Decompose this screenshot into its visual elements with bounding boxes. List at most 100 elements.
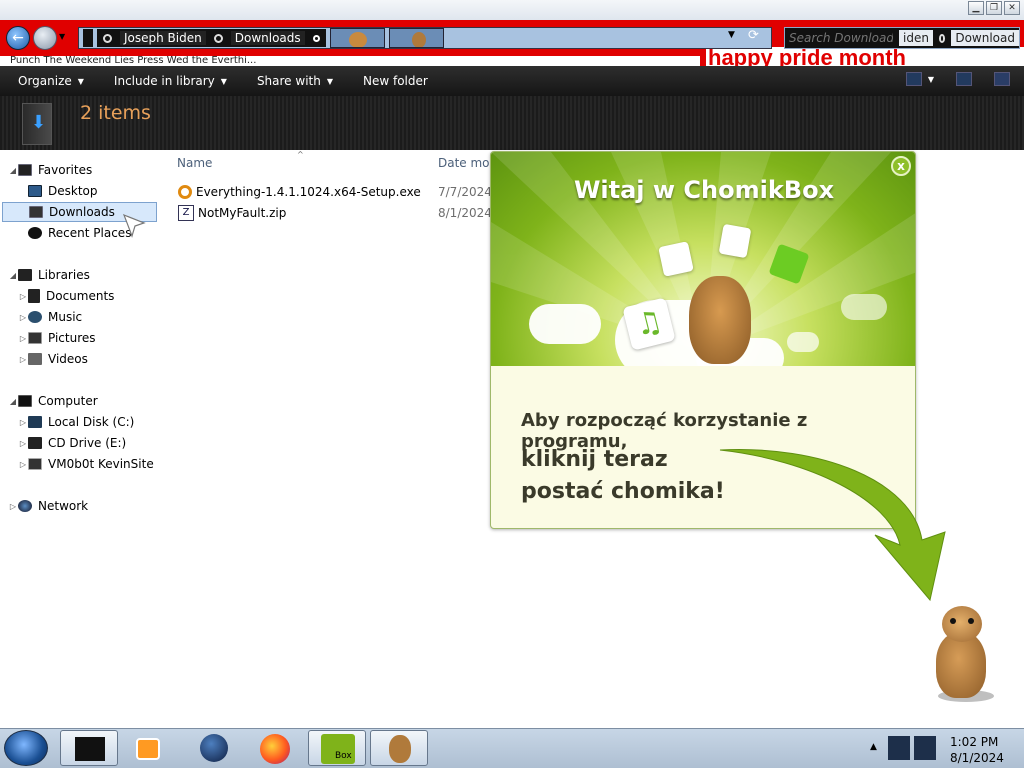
hamster-head-icon <box>942 606 982 642</box>
network-drive-icon <box>28 458 42 470</box>
expand-arrow-icon[interactable]: ▷ <box>18 334 28 343</box>
nav-libraries[interactable]: ◢ Libraries <box>8 265 90 285</box>
expand-arrow-icon[interactable]: ▷ <box>8 502 18 511</box>
address-bar[interactable]: Joseph Biden Downloads <box>78 27 772 49</box>
nav-item-music[interactable]: ▷ Music <box>18 307 82 327</box>
media-player-icon <box>136 738 160 760</box>
back-button[interactable]: ← <box>6 26 30 50</box>
videos-icon <box>28 353 42 365</box>
taskbar-media-player[interactable] <box>122 730 180 766</box>
folder-icon <box>83 29 93 47</box>
nav-item-recent-places[interactable]: Recent Places <box>28 223 131 243</box>
collapse-arrow-icon[interactable]: ◢ <box>8 166 18 175</box>
file-name: NotMyFault.zip <box>198 206 287 220</box>
expand-arrow-icon[interactable]: ▷ <box>18 292 28 301</box>
pictures-icon <box>28 332 42 344</box>
share-with-button[interactable]: Share with ▼ <box>257 74 333 88</box>
nav-item-pictures[interactable]: ▷ Pictures <box>18 328 96 348</box>
popup-close-button[interactable]: x <box>891 156 911 176</box>
volume-icon[interactable] <box>914 736 936 760</box>
show-hidden-icons-icon[interactable]: ▲ <box>870 742 877 752</box>
search-input[interactable] <box>789 31 893 45</box>
green-arrow-icon <box>719 449 946 602</box>
firefox-icon <box>260 734 290 764</box>
chevron-icon <box>938 33 946 43</box>
preview-pane-icon[interactable] <box>956 72 972 86</box>
cloud-icon <box>529 304 601 344</box>
network-icon <box>18 500 32 512</box>
clock-date[interactable]: 8/1/2024 <box>950 751 1004 765</box>
organize-button[interactable]: Organize ▼ <box>18 74 84 88</box>
chevron-down-icon[interactable]: ▼ <box>928 75 934 84</box>
expand-arrow-icon[interactable]: ▷ <box>18 355 28 364</box>
include-in-library-button[interactable]: Include in library ▼ <box>114 74 227 88</box>
file-row[interactable]: Everything-1.4.1.1024.x64-Setup.exe <box>178 182 421 202</box>
nav-computer[interactable]: ◢ Computer <box>8 391 98 411</box>
command-bar: Organize ▼ Include in library ▼ Share with… <box>0 66 1024 96</box>
column-header-date-modified[interactable]: Date mod <box>438 156 490 170</box>
libraries-icon <box>18 269 32 281</box>
title-bar <box>0 0 1024 20</box>
collapse-arrow-icon[interactable]: ◢ <box>8 271 18 280</box>
mouse-cursor-icon <box>122 213 146 238</box>
nav-libraries-label: Libraries <box>38 268 90 282</box>
address-dropdown-button[interactable]: ▼ <box>728 30 742 46</box>
chomikbox-label: Box <box>335 751 352 761</box>
file-date: 8/1/2024 1 <box>438 206 490 220</box>
change-view-icon[interactable] <box>905 72 922 86</box>
nav-item-network-drive[interactable]: ▷ VM0b0t KevinSite <box>18 454 154 474</box>
back-arrow-icon: ← <box>12 30 24 46</box>
nav-item-documents[interactable]: ▷ Documents <box>18 286 114 306</box>
taskbar-firefox[interactable] <box>246 730 304 766</box>
nav-network[interactable]: ▷ Network <box>8 496 88 516</box>
start-button[interactable] <box>4 730 48 766</box>
nav-item-local-disk[interactable]: ▷ Local Disk (C:) <box>18 412 134 432</box>
restore-button[interactable]: ❐ <box>986 1 1002 15</box>
breadcrumb-downloads[interactable]: Downloads <box>230 31 305 45</box>
taskbar-globe-app[interactable] <box>184 730 242 766</box>
nav-favorites[interactable]: ◢ Favorites <box>8 160 92 180</box>
collapse-arrow-icon[interactable]: ◢ <box>8 397 18 406</box>
recent-pages-dropdown[interactable]: ▼ <box>59 32 69 42</box>
nav-item-videos[interactable]: ▷ Videos <box>18 349 88 369</box>
nav-item-cd-drive[interactable]: ▷ CD Drive (E:) <box>18 433 126 453</box>
nav-item-label: Local Disk (C:) <box>48 415 135 429</box>
expand-arrow-icon[interactable]: ▷ <box>18 418 28 427</box>
minimize-button[interactable]: ▁ <box>968 1 984 15</box>
cd-drive-icon <box>28 437 42 449</box>
popup-call-to-action: kliknij teraz postać chomika! <box>521 444 725 508</box>
explorer-icon <box>75 737 105 761</box>
include-in-library-label: Include in library <box>113 74 215 88</box>
chevron-icon <box>213 33 223 43</box>
item-count: 2 items <box>80 102 151 124</box>
search-box[interactable]: iden Download <box>784 27 1020 49</box>
help-icon[interactable] <box>994 72 1010 86</box>
taskbar-chomikbox[interactable]: Box <box>308 730 366 766</box>
recent-places-icon <box>28 227 42 239</box>
desktop-icon <box>28 185 42 197</box>
expand-arrow-icon[interactable]: ▷ <box>18 439 28 448</box>
expand-arrow-icon[interactable]: ▷ <box>18 313 28 322</box>
taskbar-explorer[interactable] <box>60 730 118 766</box>
cloud-icon <box>787 332 819 352</box>
chevron-down-icon: ▼ <box>220 76 227 86</box>
action-center-icon[interactable] <box>888 736 910 760</box>
clock-time[interactable]: 1:02 PM <box>950 735 998 749</box>
breadcrumb-joseph-biden[interactable]: Joseph Biden <box>120 31 206 45</box>
new-folder-button[interactable]: New folder <box>363 74 428 88</box>
forward-button[interactable] <box>33 26 57 50</box>
hamster-mascot[interactable] <box>930 606 994 704</box>
expand-arrow-icon[interactable]: ▷ <box>18 460 28 469</box>
nav-item-desktop[interactable]: Desktop <box>28 181 98 201</box>
chevron-icon <box>312 34 320 42</box>
file-row[interactable]: Z NotMyFault.zip <box>178 203 286 223</box>
close-button[interactable]: ✕ <box>1004 1 1020 15</box>
file-date: 7/7/2024 6 <box>438 185 490 199</box>
column-header-name[interactable]: Name <box>177 156 212 170</box>
refresh-icon[interactable]: ⟳ <box>748 28 768 46</box>
chevron-down-icon: ▼ <box>326 76 333 86</box>
hamster-mascot-icon <box>689 276 751 364</box>
taskbar-hamster[interactable] <box>370 730 428 766</box>
globe-icon <box>200 734 228 762</box>
favorites-icon <box>18 164 32 176</box>
